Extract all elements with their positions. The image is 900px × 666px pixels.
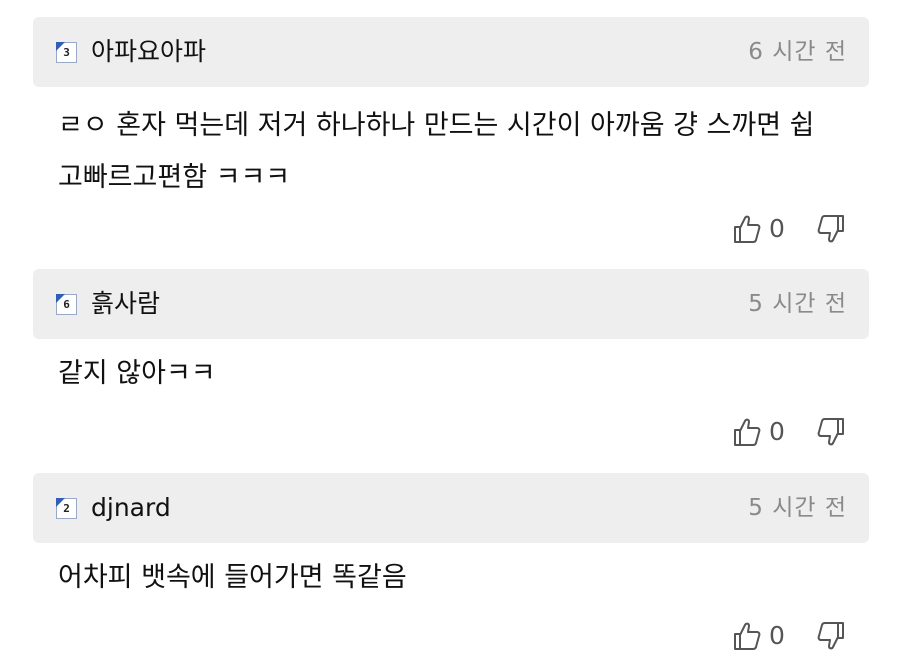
comment-author[interactable]: djnard — [91, 490, 171, 526]
comment-body-line: ㄹㅇ 혼자 먹는데 저거 하나하나 만드는 시간이 아까움 걍 스까면 쉽 — [58, 110, 815, 141]
comment-body: ㄹㅇ 혼자 먹는데 저거 하나하나 만드는 시간이 아까움 걍 스까면 쉽 고빠… — [58, 100, 868, 204]
comment-time: 5 시간 전 — [748, 291, 847, 317]
vote-row: 0 — [0, 616, 900, 656]
level-badge-icon: 2 — [55, 497, 77, 519]
comment-body: 어차피 뱃속에 들어가면 똑같음 — [58, 552, 868, 604]
comment-body: 같지 않아ㅋㅋ — [58, 348, 868, 400]
comment-body-line: 어차피 뱃속에 들어가면 똑같음 — [58, 562, 407, 593]
dislike-button[interactable] — [817, 412, 849, 452]
vote-row: 0 — [0, 412, 900, 452]
comment-body-line: 고빠르고편함 ㅋㅋㅋ — [58, 162, 291, 193]
like-button[interactable]: 0 — [733, 412, 793, 452]
like-button[interactable]: 0 — [733, 616, 793, 656]
comment-author[interactable]: 아파요아파 — [91, 34, 206, 70]
thumbs-up-icon — [734, 418, 761, 446]
comment-time: 6 시간 전 — [748, 39, 847, 65]
dislike-button[interactable] — [817, 616, 849, 656]
thumbs-down-icon — [817, 418, 844, 446]
vote-row: 0 — [0, 209, 900, 249]
level-badge-icon: 6 — [55, 293, 77, 315]
thumbs-up-icon — [734, 622, 761, 650]
comment-header: 6 흙사람 5 시간 전 — [33, 269, 869, 339]
comment-author[interactable]: 흙사람 — [91, 286, 160, 322]
thumbs-down-icon — [817, 215, 844, 243]
dislike-button[interactable] — [817, 209, 849, 249]
comment-body-line: 같지 않아ㅋㅋ — [58, 358, 216, 389]
comment-header: 3 아파요아파 6 시간 전 — [33, 17, 869, 87]
level-badge-icon: 3 — [55, 41, 77, 63]
comment-header: 2 djnard 5 시간 전 — [33, 473, 869, 543]
thumbs-down-icon — [817, 622, 844, 650]
comment-time: 5 시간 전 — [748, 495, 847, 521]
like-count: 0 — [769, 417, 785, 446]
thumbs-up-icon — [734, 215, 761, 243]
like-count: 0 — [769, 214, 785, 243]
like-button[interactable]: 0 — [733, 209, 793, 249]
like-count: 0 — [769, 621, 785, 650]
